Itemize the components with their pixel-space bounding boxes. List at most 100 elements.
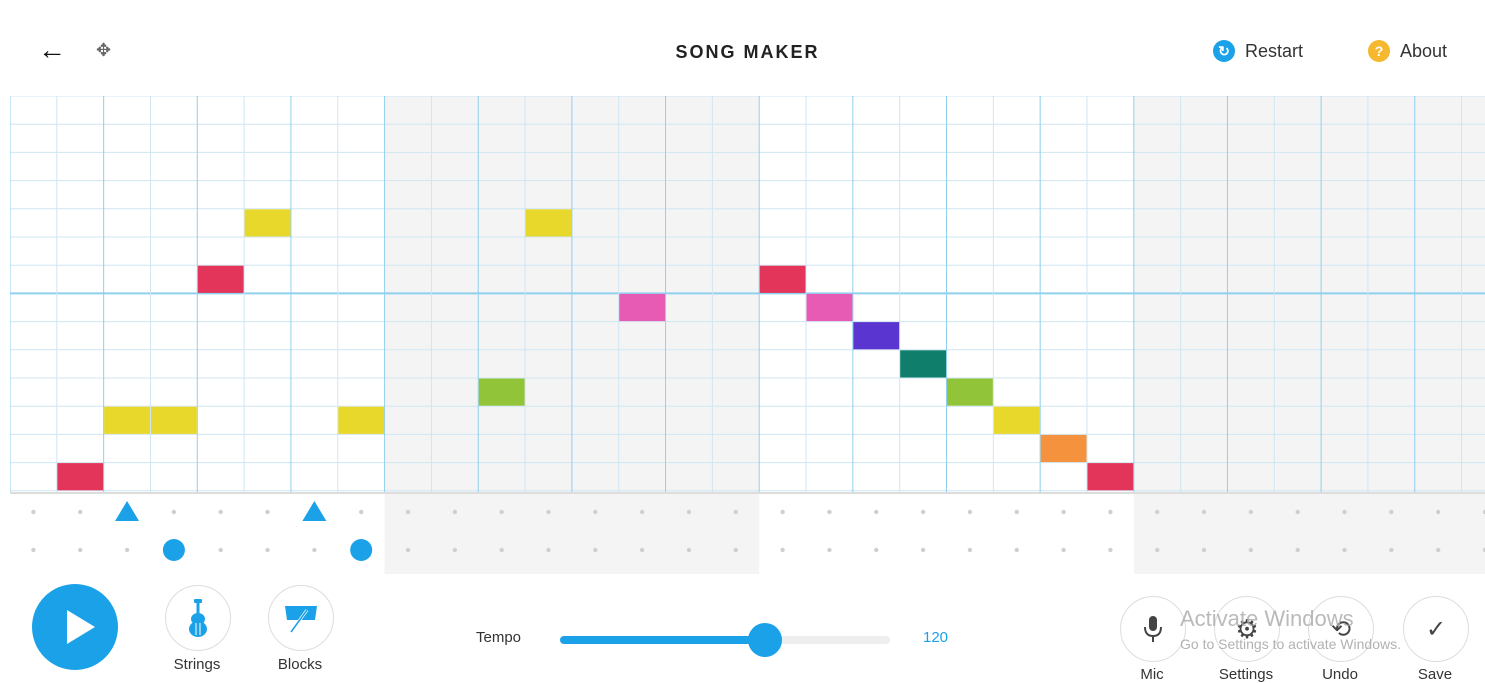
percussion-dot — [1389, 547, 1394, 553]
note-cell — [197, 265, 244, 293]
undo-label: Undo — [1322, 666, 1358, 683]
measure-shade — [1321, 494, 1368, 574]
about-label: About — [1400, 40, 1448, 61]
percussion-dot — [1248, 509, 1254, 515]
percussion-dot — [265, 509, 270, 515]
percussion-dot — [967, 547, 973, 553]
percussion-dot — [780, 509, 785, 515]
percussion-dot — [1201, 509, 1207, 515]
percussion-dot — [1342, 547, 1347, 553]
measure-shade — [1367, 494, 1415, 574]
note-cell — [759, 265, 806, 293]
percussion-label: Blocks — [277, 656, 323, 673]
watermark-subtitle: Go to Settings to activate Windows. — [1180, 636, 1401, 652]
percussion-dot — [124, 547, 130, 553]
note-cell — [57, 463, 104, 491]
percussion-dot — [1342, 509, 1347, 515]
measure-shade — [665, 494, 713, 574]
percussion-dot — [218, 509, 223, 515]
note-cell — [993, 406, 1040, 434]
measure-shade — [1133, 494, 1181, 574]
percussion-dot — [920, 547, 926, 553]
percussion-dot — [171, 509, 177, 515]
note-cell — [150, 406, 197, 434]
percussion-dot — [874, 547, 879, 553]
note-cell — [244, 209, 291, 237]
microphone-icon — [1144, 616, 1162, 642]
control-bar: Strings Blocks Tempo 120 Mic ⚙ Settings … — [10, 574, 1485, 683]
percussion-dot — [499, 509, 504, 515]
restart-label: Restart — [1245, 40, 1304, 61]
percussion-dot — [265, 547, 270, 553]
percussion-dot — [1435, 547, 1441, 553]
help-icon: ? — [1368, 40, 1390, 62]
mic-button[interactable] — [1120, 596, 1186, 662]
percussion-dot — [827, 547, 832, 553]
measure-shade — [1180, 494, 1228, 574]
note-cell — [900, 350, 947, 378]
percussion-grid[interactable] — [10, 494, 1485, 574]
measure-shade — [618, 494, 666, 574]
percussion-dot — [405, 547, 411, 553]
percussion-dot — [827, 509, 832, 515]
note-cell — [478, 378, 525, 406]
save-button[interactable]: ✓ — [1403, 596, 1469, 662]
measure-shade — [571, 494, 619, 574]
tempo-value: 120 — [923, 629, 949, 646]
percussion-dot — [780, 547, 785, 553]
percussion-dot — [31, 547, 36, 553]
measure-shade — [525, 494, 572, 574]
percussion-dot — [1389, 509, 1394, 515]
measure-shade — [1274, 494, 1322, 574]
woodblock-icon — [285, 606, 317, 633]
percussion-dot — [78, 547, 83, 553]
instrument-button[interactable] — [165, 585, 231, 651]
note-cell — [338, 406, 385, 434]
song-maker-app: ← ✥ SONG MAKER ↻ Restart ? About Strings — [10, 10, 1485, 683]
settings-label: Settings — [1218, 666, 1274, 683]
percussion-dot — [1155, 547, 1160, 553]
percussion-dot — [1295, 509, 1300, 515]
tempo-label: Tempo — [476, 629, 522, 646]
instrument-label: Strings — [173, 656, 221, 673]
measure-shade — [478, 494, 526, 574]
note-cell — [1087, 463, 1134, 491]
measure-shade — [1227, 494, 1275, 574]
measure-shade — [431, 494, 479, 574]
melody-grid[interactable] — [10, 96, 1485, 494]
note-cell — [104, 406, 150, 434]
percussion-dot — [1435, 509, 1441, 515]
percussion-dot — [874, 509, 879, 515]
percussion-dot — [452, 509, 458, 515]
tempo-slider-fill — [560, 636, 765, 644]
note-cell — [947, 378, 993, 406]
percussion-dot — [1295, 547, 1300, 553]
measure-shade — [1414, 494, 1462, 574]
percussion-button[interactable] — [268, 585, 334, 651]
note-cell — [853, 322, 900, 350]
percussion-dot — [546, 547, 551, 553]
mic-label: Mic — [1140, 666, 1164, 683]
percussion-dot — [593, 547, 598, 553]
percussion-dot — [546, 509, 551, 515]
percussion-dot — [733, 509, 738, 515]
percussion-dot — [1061, 509, 1066, 515]
percussion-dot — [1014, 547, 1019, 553]
percussion-dot — [593, 509, 598, 515]
percussion-dot — [1108, 547, 1113, 553]
percussion-dot — [218, 547, 223, 553]
tempo-slider[interactable] — [560, 623, 890, 657]
activation-watermark: Activate Windows Go to Settings to activ… — [1180, 606, 1401, 652]
percussion-dot — [920, 509, 926, 515]
percussion-dot — [31, 509, 36, 515]
percussion-dot — [1201, 547, 1207, 553]
play-button[interactable] — [32, 584, 118, 670]
percussion-dot — [639, 547, 645, 553]
measure-shade — [1461, 494, 1485, 574]
percussion-dot — [1108, 509, 1113, 515]
percussion-circle — [162, 539, 185, 561]
tempo-slider-thumb[interactable] — [747, 623, 782, 657]
percussion-dot — [733, 547, 738, 553]
restart-button[interactable]: ↻ Restart — [1213, 40, 1303, 62]
about-button[interactable]: ? About — [1368, 40, 1447, 62]
